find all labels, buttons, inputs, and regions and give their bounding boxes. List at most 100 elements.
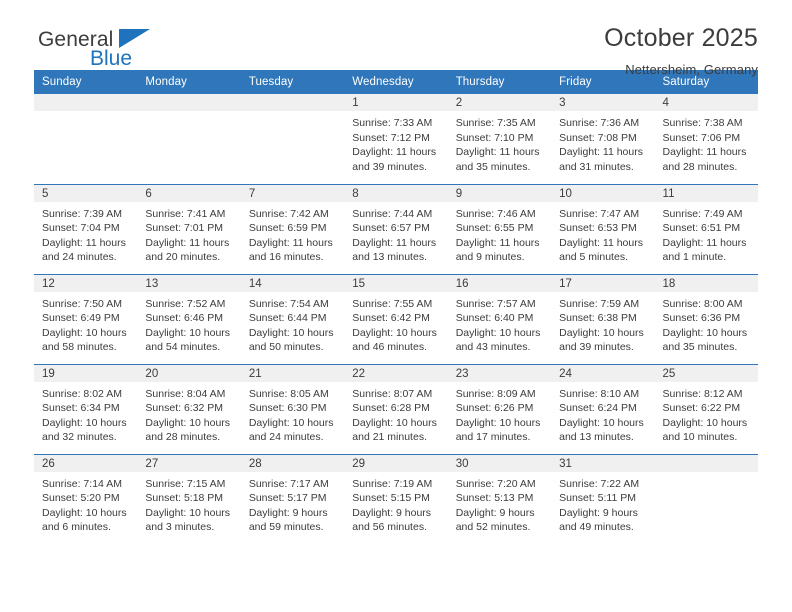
calendar-day-cell[interactable]: 2 Sunrise: 7:35 AM Sunset: 7:10 PM Daylight… bbox=[447, 94, 552, 184]
sunrise-time: Sunrise: 7:39 AM bbox=[42, 207, 122, 220]
calendar-cell-empty bbox=[137, 94, 241, 184]
sunset-time: Sunset: 6:53 PM bbox=[559, 222, 637, 235]
day-details: Sunrise: 7:39 AM Sunset: 7:04 PM Daylight:… bbox=[34, 202, 137, 265]
calendar-day-cell[interactable]: 6 Sunrise: 7:41 AM Sunset: 7:01 PM Daylight… bbox=[137, 183, 241, 274]
daylight-duration-line2: and 58 minutes. bbox=[42, 341, 117, 354]
calendar-day-cell[interactable]: 22 Sunrise: 8:07 AM Sunset: 6:28 PM Dayligh… bbox=[344, 363, 448, 454]
calendar-day-cell[interactable]: 10 Sunrise: 7:47 AM Sunset: 6:53 PM Dayligh… bbox=[551, 183, 655, 274]
triangle-icon bbox=[119, 29, 150, 48]
day-number bbox=[240, 94, 345, 111]
calendar-week-row: 5 Sunrise: 7:39 AM Sunset: 7:04 PM Daylight… bbox=[34, 183, 758, 274]
daylight-duration-line2: and 31 minutes. bbox=[559, 160, 634, 173]
daylight-duration-line2: and 9 minutes. bbox=[455, 251, 525, 264]
sunset-time: Sunset: 6:49 PM bbox=[42, 312, 120, 325]
day-details: Sunrise: 7:19 AM Sunset: 5:15 PM Daylight:… bbox=[344, 472, 447, 535]
sunset-time: Sunset: 6:32 PM bbox=[145, 402, 224, 415]
day-details: Sunrise: 7:14 AM Sunset: 5:20 PM Daylight:… bbox=[34, 472, 137, 535]
calendar-day-cell[interactable]: 9 Sunrise: 7:46 AM Sunset: 6:55 PM Daylight… bbox=[447, 183, 552, 274]
page-title: October 2025 bbox=[604, 24, 758, 52]
daylight-duration-line1: Daylight: 10 hours bbox=[662, 416, 748, 429]
general-blue-logo[interactable]: General Blue bbox=[34, 24, 154, 74]
day-details: Sunrise: 8:00 AM Sunset: 6:36 PM Daylight:… bbox=[655, 292, 758, 355]
day-number: 16 bbox=[447, 274, 552, 292]
calendar-day-cell[interactable]: 26 Sunrise: 7:14 AM Sunset: 5:20 PM Dayligh… bbox=[34, 453, 138, 544]
day-number bbox=[34, 94, 138, 111]
day-details: Sunrise: 8:04 AM Sunset: 6:32 PM Daylight:… bbox=[137, 382, 240, 445]
sunset-time: Sunset: 6:26 PM bbox=[455, 402, 534, 415]
daylight-duration-line2: and 28 minutes. bbox=[145, 431, 221, 444]
daylight-duration-line2: and 13 minutes. bbox=[352, 251, 427, 264]
calendar-day-cell[interactable]: 24 Sunrise: 8:10 AM Sunset: 6:24 PM Dayligh… bbox=[551, 363, 655, 454]
daylight-duration-line1: Daylight: 11 hours bbox=[662, 146, 747, 159]
daylight-duration-line1: Daylight: 11 hours bbox=[352, 236, 437, 249]
day-number: 8 bbox=[344, 184, 448, 202]
calendar-day-cell[interactable]: 21 Sunrise: 8:05 AM Sunset: 6:30 PM Dayligh… bbox=[240, 363, 345, 454]
calendar-day-cell[interactable]: 17 Sunrise: 7:59 AM Sunset: 6:38 PM Dayligh… bbox=[551, 273, 655, 364]
calendar-day-cell[interactable]: 16 Sunrise: 7:57 AM Sunset: 6:40 PM Dayligh… bbox=[447, 273, 552, 364]
calendar-day-cell[interactable]: 5 Sunrise: 7:39 AM Sunset: 7:04 PM Daylight… bbox=[34, 183, 138, 274]
calendar-day-cell[interactable]: 1 Sunrise: 7:33 AM Sunset: 7:12 PM Daylight… bbox=[344, 94, 448, 184]
daylight-duration-line1: Daylight: 10 hours bbox=[42, 506, 127, 519]
day-number: 26 bbox=[34, 454, 138, 472]
sunset-time: Sunset: 6:40 PM bbox=[455, 312, 534, 325]
day-details: Sunrise: 7:33 AM Sunset: 7:12 PM Daylight:… bbox=[344, 111, 447, 174]
calendar-day-cell[interactable]: 4 Sunrise: 7:38 AM Sunset: 7:06 PM Daylight… bbox=[654, 94, 758, 184]
sunset-time: Sunset: 6:30 PM bbox=[248, 402, 327, 415]
day-details: Sunrise: 7:17 AM Sunset: 5:17 PM Daylight:… bbox=[241, 472, 344, 535]
calendar-day-cell[interactable]: 31 Sunrise: 7:22 AM Sunset: 5:11 PM Dayligh… bbox=[551, 453, 655, 544]
calendar-day-cell[interactable]: 30 Sunrise: 7:20 AM Sunset: 5:13 PM Dayligh… bbox=[447, 453, 552, 544]
daylight-duration-line2: and 1 minute. bbox=[662, 251, 727, 264]
calendar-day-cell[interactable]: 11 Sunrise: 7:49 AM Sunset: 6:51 PM Dayligh… bbox=[654, 183, 758, 274]
calendar-day-cell[interactable]: 19 Sunrise: 8:02 AM Sunset: 6:34 PM Dayligh… bbox=[34, 363, 138, 454]
calendar-day-cell[interactable]: 28 Sunrise: 7:17 AM Sunset: 5:17 PM Dayligh… bbox=[240, 453, 345, 544]
day-number: 4 bbox=[654, 94, 758, 111]
day-number: 6 bbox=[137, 184, 241, 202]
sunset-time: Sunset: 5:11 PM bbox=[559, 492, 636, 505]
daylight-duration-line1: Daylight: 10 hours bbox=[352, 326, 437, 339]
day-number: 12 bbox=[34, 274, 138, 292]
calendar-day-cell[interactable]: 3 Sunrise: 7:36 AM Sunset: 7:08 PM Daylight… bbox=[551, 94, 655, 184]
sunset-time: Sunset: 7:12 PM bbox=[352, 131, 430, 144]
calendar-day-cell[interactable]: 7 Sunrise: 7:42 AM Sunset: 6:59 PM Daylight… bbox=[240, 183, 345, 274]
day-number: 21 bbox=[240, 364, 345, 382]
sunset-time: Sunset: 7:06 PM bbox=[662, 131, 741, 144]
sunrise-time: Sunrise: 7:20 AM bbox=[455, 477, 536, 490]
calendar-day-cell[interactable]: 14 Sunrise: 7:54 AM Sunset: 6:44 PM Dayligh… bbox=[240, 273, 345, 364]
day-details: Sunrise: 7:44 AM Sunset: 6:57 PM Daylight:… bbox=[344, 202, 447, 265]
sunset-time: Sunset: 6:38 PM bbox=[559, 312, 637, 325]
calendar-day-cell[interactable]: 12 Sunrise: 7:50 AM Sunset: 6:49 PM Dayligh… bbox=[34, 273, 138, 364]
day-number bbox=[137, 94, 241, 111]
title-block: October 2025 Nettersheim, Germany bbox=[604, 24, 758, 77]
sunrise-time: Sunrise: 7:42 AM bbox=[248, 207, 329, 220]
day-number: 10 bbox=[551, 184, 655, 202]
calendar-day-cell[interactable]: 20 Sunrise: 8:04 AM Sunset: 6:32 PM Dayligh… bbox=[137, 363, 241, 454]
calendar-day-cell[interactable]: 8 Sunrise: 7:44 AM Sunset: 6:57 PM Daylight… bbox=[344, 183, 448, 274]
daylight-duration-line1: Daylight: 11 hours bbox=[559, 146, 643, 159]
daylight-duration-line2: and 39 minutes. bbox=[559, 341, 634, 354]
calendar-day-cell[interactable]: 25 Sunrise: 8:12 AM Sunset: 6:22 PM Dayligh… bbox=[654, 363, 758, 454]
calendar-cell-empty bbox=[654, 453, 758, 544]
day-details: Sunrise: 7:38 AM Sunset: 7:06 PM Daylight:… bbox=[655, 111, 758, 174]
calendar-day-cell[interactable]: 29 Sunrise: 7:19 AM Sunset: 5:15 PM Dayligh… bbox=[344, 453, 448, 544]
sunrise-time: Sunrise: 7:36 AM bbox=[559, 117, 640, 129]
day-details: Sunrise: 7:41 AM Sunset: 7:01 PM Daylight:… bbox=[137, 202, 240, 265]
calendar-day-cell[interactable]: 27 Sunrise: 7:15 AM Sunset: 5:18 PM Dayligh… bbox=[137, 453, 241, 544]
sunset-time: Sunset: 5:20 PM bbox=[42, 492, 120, 505]
daylight-duration-line2: and 39 minutes. bbox=[352, 160, 427, 173]
day-details: Sunrise: 7:47 AM Sunset: 6:53 PM Daylight:… bbox=[551, 202, 654, 265]
daylight-duration-line2: and 5 minutes. bbox=[559, 251, 628, 264]
day-number: 7 bbox=[240, 184, 345, 202]
calendar-day-cell[interactable]: 15 Sunrise: 7:55 AM Sunset: 6:42 PM Dayligh… bbox=[344, 273, 448, 364]
daylight-duration-line2: and 21 minutes. bbox=[352, 431, 427, 444]
calendar-day-cell[interactable]: 18 Sunrise: 8:00 AM Sunset: 6:36 PM Dayligh… bbox=[654, 273, 758, 364]
sunrise-time: Sunrise: 7:44 AM bbox=[352, 207, 433, 220]
day-details: Sunrise: 7:46 AM Sunset: 6:55 PM Daylight:… bbox=[448, 202, 551, 265]
calendar-day-cell[interactable]: 23 Sunrise: 8:09 AM Sunset: 6:26 PM Dayligh… bbox=[447, 363, 552, 454]
daylight-duration-line1: Daylight: 10 hours bbox=[145, 506, 231, 519]
day-details: Sunrise: 8:02 AM Sunset: 6:34 PM Daylight:… bbox=[34, 382, 137, 445]
sunrise-time: Sunrise: 7:15 AM bbox=[145, 477, 226, 490]
location-subtitle: Nettersheim, Germany bbox=[625, 61, 758, 77]
day-number: 19 bbox=[34, 364, 138, 382]
calendar-day-cell[interactable]: 13 Sunrise: 7:52 AM Sunset: 6:46 PM Dayligh… bbox=[137, 273, 241, 364]
sunset-time: Sunset: 6:44 PM bbox=[248, 312, 327, 325]
